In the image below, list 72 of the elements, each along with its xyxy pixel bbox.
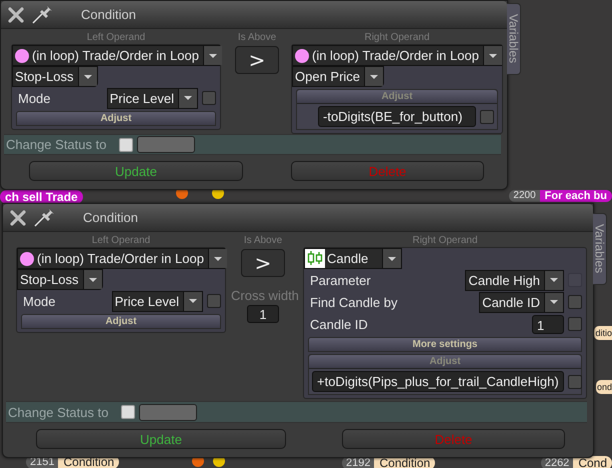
update-button[interactable]: Update bbox=[36, 429, 286, 449]
field-label: Candle ID bbox=[310, 316, 369, 332]
checkbox[interactable] bbox=[568, 295, 582, 309]
dropdown[interactable]: (in loop) Trade/Order in Loop bbox=[292, 45, 502, 66]
status-label: Change Status to bbox=[8, 404, 110, 420]
caret-icon bbox=[488, 52, 498, 58]
status-label: Change Status to bbox=[6, 137, 108, 152]
field-label: Parameter bbox=[310, 272, 372, 288]
caret-icon bbox=[208, 52, 218, 58]
loop-dot-icon bbox=[15, 48, 29, 62]
input-field[interactable]: 1 bbox=[247, 305, 279, 323]
checkbox[interactable] bbox=[480, 110, 494, 124]
adjust-button[interactable]: Adjust bbox=[16, 111, 216, 126]
dropdown[interactable]: (in loop) Trade/Order in Loop bbox=[17, 248, 225, 269]
operator-heading: Is Above bbox=[236, 32, 278, 43]
dropdown[interactable]: Candle ID bbox=[479, 292, 564, 312]
caret-icon bbox=[82, 74, 93, 80]
operator-button[interactable]: > bbox=[241, 249, 285, 277]
status-field[interactable] bbox=[137, 136, 195, 153]
checkbox[interactable] bbox=[202, 91, 216, 105]
checkbox[interactable] bbox=[568, 317, 582, 331]
section-button[interactable]: More settings bbox=[308, 337, 582, 352]
field-label: Find Candle by bbox=[310, 294, 398, 310]
operand-heading: Left Operand bbox=[90, 235, 152, 246]
dropdown[interactable]: Open Price bbox=[292, 66, 384, 87]
field-label: Mode bbox=[23, 294, 57, 308]
caret-icon bbox=[549, 277, 559, 283]
operand-heading: Left Operand bbox=[86, 32, 146, 43]
checkbox[interactable] bbox=[207, 294, 221, 308]
operator-heading: Is Above bbox=[242, 235, 284, 246]
close-icon bbox=[7, 6, 25, 24]
caret-icon bbox=[212, 256, 223, 262]
window-title: Condition bbox=[83, 210, 138, 225]
checkbox[interactable] bbox=[568, 374, 582, 388]
window-title: Condition bbox=[81, 7, 136, 22]
checkbox[interactable] bbox=[119, 138, 133, 152]
dropdown[interactable]: Candle High bbox=[465, 270, 564, 290]
loop-dot-icon bbox=[295, 48, 309, 62]
operator-button[interactable]: > bbox=[235, 46, 279, 74]
node-label: Cond bbox=[573, 456, 612, 468]
expression-field[interactable]: -toDigits(BE_for_button) bbox=[318, 106, 476, 127]
caret-icon bbox=[387, 256, 397, 262]
candle-icon bbox=[306, 250, 324, 266]
dropdown[interactable]: Candle bbox=[304, 248, 402, 269]
caret-icon bbox=[188, 298, 198, 304]
node-label: ond bbox=[596, 380, 612, 394]
adjust-button[interactable]: Adjust bbox=[21, 314, 221, 329]
operand-heading: Right Operand bbox=[411, 235, 479, 246]
loop-dot-icon bbox=[20, 252, 34, 266]
dropdown[interactable]: (in loop) Trade/Order in Loop bbox=[12, 45, 220, 66]
node-label: ditio bbox=[594, 326, 612, 340]
dropdown[interactable]: Price Level bbox=[112, 290, 203, 312]
input-field[interactable]: 1 bbox=[532, 314, 564, 334]
pin-icon bbox=[31, 4, 53, 24]
status-field[interactable] bbox=[139, 404, 197, 420]
caret-icon bbox=[369, 74, 380, 80]
close-icon bbox=[9, 208, 27, 226]
caret-icon bbox=[549, 299, 559, 305]
caret-icon bbox=[88, 276, 98, 282]
operand-heading: Right Operand bbox=[363, 32, 431, 43]
node-label: ch sell Trade bbox=[0, 190, 83, 204]
node-number: 2200 bbox=[509, 190, 540, 202]
node-label: For each bu bbox=[540, 190, 612, 202]
update-button[interactable]: Update bbox=[29, 161, 243, 181]
pin-icon bbox=[33, 208, 55, 228]
field-label: Mode bbox=[18, 90, 52, 106]
expression-field[interactable]: +toDigits(Pips_plus_for_trail_CandleHigh) bbox=[312, 371, 564, 392]
caret-icon bbox=[183, 95, 193, 101]
checkbox[interactable] bbox=[121, 405, 135, 419]
dropdown[interactable]: Stop-Loss bbox=[17, 269, 103, 290]
dropdown[interactable]: Stop-Loss bbox=[12, 66, 98, 87]
dropdown[interactable]: Price Level bbox=[106, 88, 198, 108]
